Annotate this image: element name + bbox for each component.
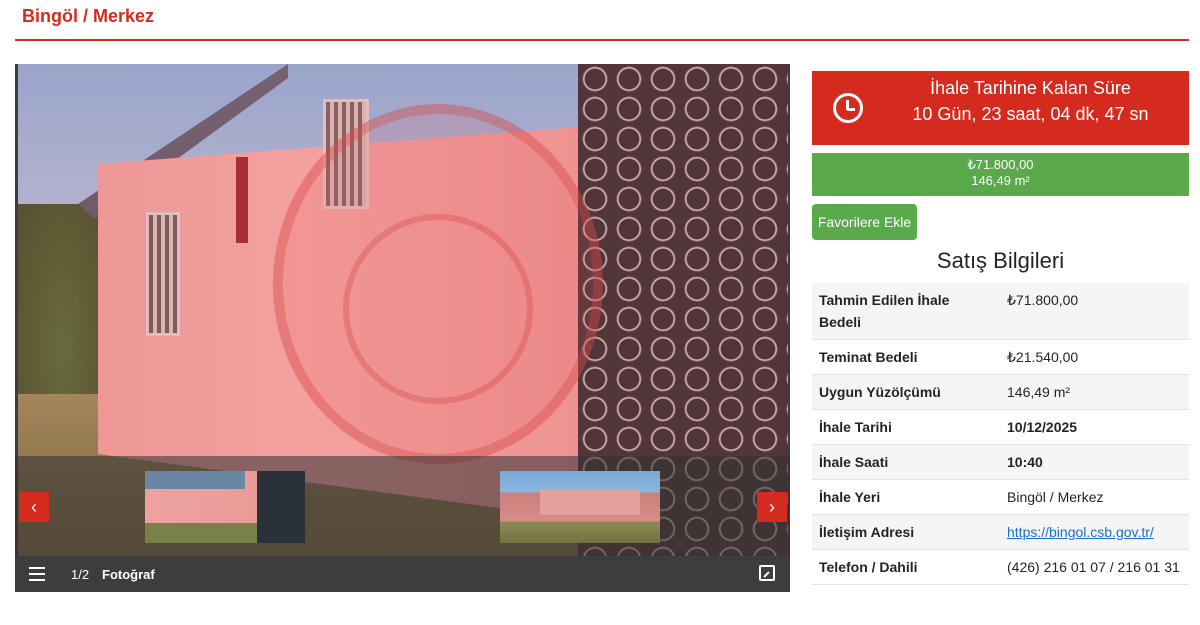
clock-icon <box>833 93 863 123</box>
list-icon[interactable] <box>29 567 45 581</box>
table-row: İhale Saati 10:40 <box>812 444 1189 480</box>
sale-info-table: Tahmin Edilen İhale Bedeli ₺71.800,00 Te… <box>812 283 1189 585</box>
thumbnail-2[interactable] <box>500 471 660 543</box>
contact-address-link[interactable]: https://bingol.csb.gov.tr/ <box>1007 524 1154 540</box>
page-title: Bingöl / Merkez <box>22 6 155 26</box>
photo-label: Fotoğraf <box>102 567 155 582</box>
price-summary: ₺71.800,00 146,49 m² <box>812 153 1189 196</box>
page-header: Bingöl / Merkez <box>0 0 1200 42</box>
row-value: https://bingol.csb.gov.tr/ <box>1000 514 1189 550</box>
add-to-favorites-button[interactable]: Favorilere Ekle <box>812 204 917 240</box>
countdown-title: İhale Tarihine Kalan Süre <box>930 78 1131 98</box>
sale-info-title: Satış Bilgileri <box>936 248 1065 273</box>
price-value: ₺71.800,00 <box>967 157 1034 172</box>
row-value: 10/12/2025 <box>1000 409 1189 445</box>
table-row: Tahmin Edilen İhale Bedeli ₺71.800,00 <box>812 283 1189 340</box>
row-value: 146,49 m² <box>1000 374 1189 410</box>
area-value: 146,49 m² <box>971 173 1030 188</box>
next-photo-button[interactable]: › <box>757 492 787 522</box>
prev-photo-button[interactable]: ‹ <box>19 492 49 522</box>
photo-gallery: ‹ › 1/2 Fotoğraf <box>15 64 790 592</box>
row-label: Tahmin Edilen İhale Bedeli <box>812 283 1000 340</box>
row-value: ₺71.800,00 <box>1000 283 1189 340</box>
row-label: İhale Yeri <box>812 479 1000 515</box>
table-row: Uygun Yüzölçümü 146,49 m² <box>812 374 1189 410</box>
countdown-value: 10 Gün, 23 saat, 04 dk, 47 sn <box>912 104 1149 124</box>
row-value: (426) 216 01 07 / 216 01 31 <box>1000 549 1189 585</box>
row-label: İletişim Adresi <box>812 514 1000 550</box>
row-value: ₺21.540,00 <box>1000 339 1189 375</box>
header-divider <box>15 39 1189 41</box>
countdown-box: İhale Tarihine Kalan Süre 10 Gün, 23 saa… <box>812 71 1189 145</box>
table-row: Telefon / Dahili (426) 216 01 07 / 216 0… <box>812 549 1189 585</box>
row-label: İhale Saati <box>812 444 1000 480</box>
table-row: İletişim Adresi https://bingol.csb.gov.t… <box>812 514 1189 550</box>
table-row: İhale Yeri Bingöl / Merkez <box>812 479 1189 515</box>
expand-icon[interactable] <box>759 565 775 581</box>
row-label: İhale Tarihi <box>812 409 1000 445</box>
thumbnail-strip <box>15 456 790 556</box>
row-label: Telefon / Dahili <box>812 549 1000 585</box>
row-value: 10:40 <box>1000 444 1189 480</box>
row-label: Uygun Yüzölçümü <box>812 374 1000 410</box>
gallery-toolbar: 1/2 Fotoğraf <box>15 556 790 592</box>
thumbnail-1[interactable] <box>145 471 305 543</box>
photo-counter: 1/2 <box>71 567 90 582</box>
table-row: Teminat Bedeli ₺21.540,00 <box>812 339 1189 375</box>
table-row: İhale Tarihi 10/12/2025 <box>812 409 1189 445</box>
row-label: Teminat Bedeli <box>812 339 1000 375</box>
row-value: Bingöl / Merkez <box>1000 479 1189 515</box>
